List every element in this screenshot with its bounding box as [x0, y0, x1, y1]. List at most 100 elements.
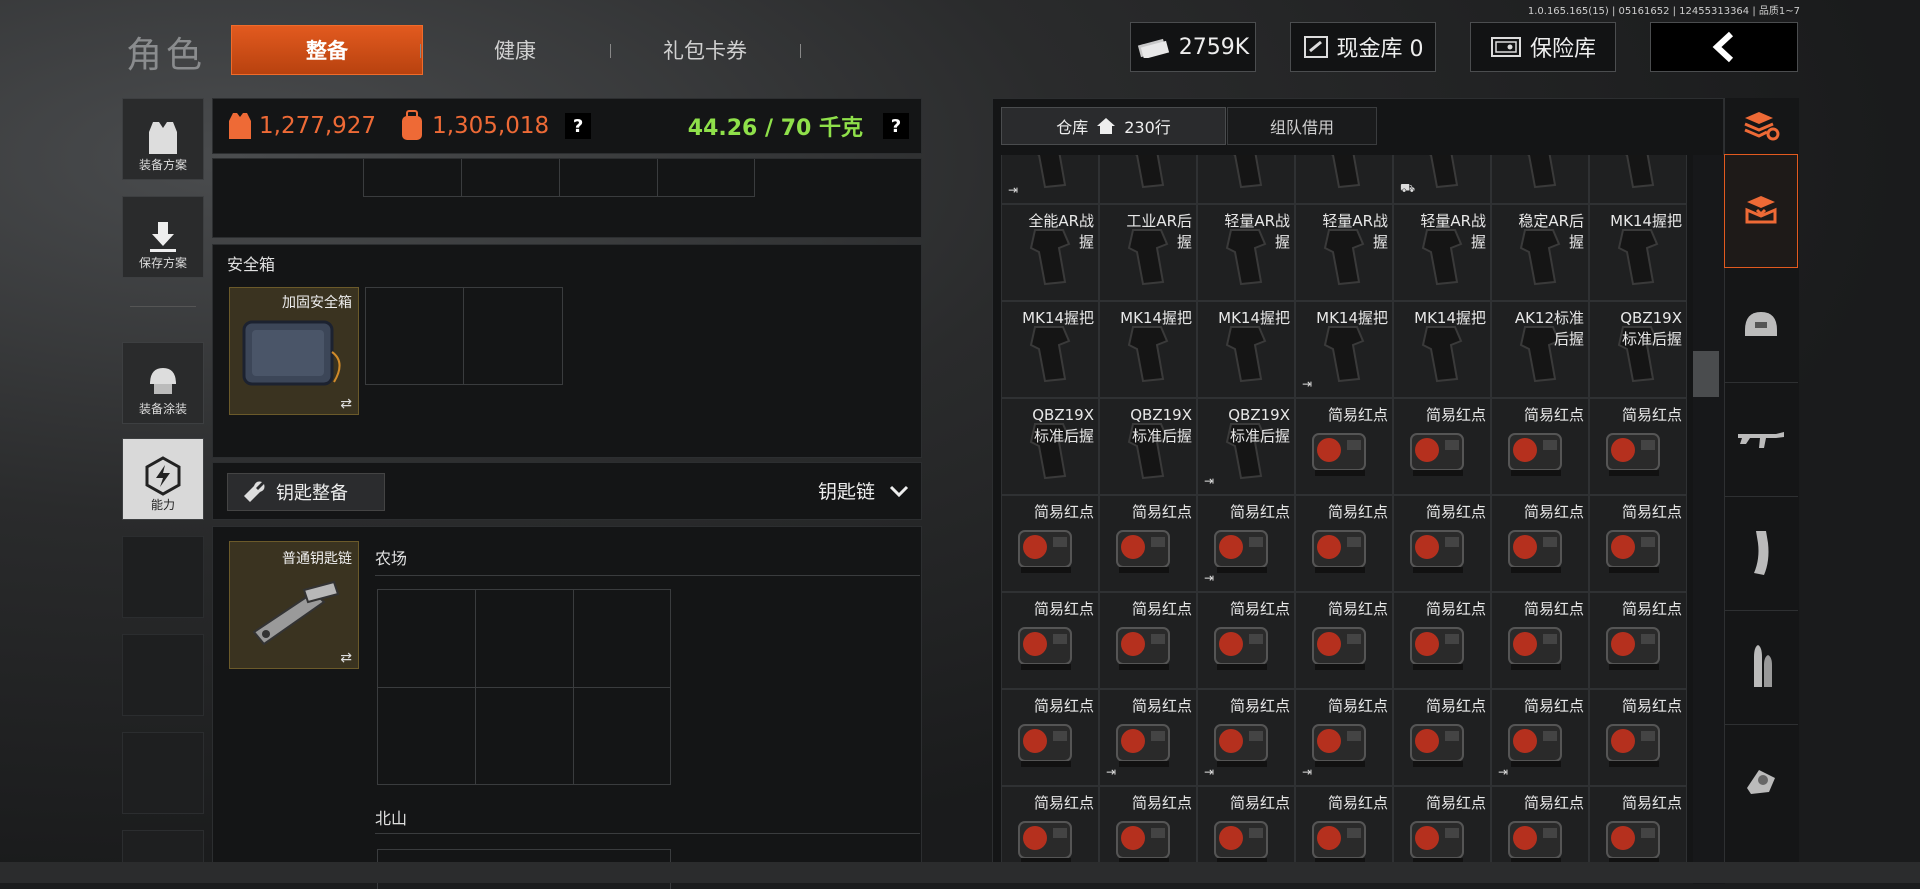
inventory-item[interactable]: 简易红点 ⇥	[1295, 689, 1393, 786]
category-tray[interactable]	[1724, 154, 1798, 268]
tab-gift-coupons[interactable]: 礼包卡券	[610, 26, 800, 74]
inventory-item[interactable]: 简易红点	[1393, 689, 1491, 786]
inventory-item[interactable]: 简易红点	[1491, 592, 1589, 689]
currency-display[interactable]: 2759K	[1130, 22, 1256, 72]
inventory-item[interactable]: MK14握把	[1589, 204, 1687, 301]
item-label: 轻量AR战握	[1322, 212, 1388, 251]
grip-icon	[1117, 323, 1179, 389]
safe-box-slot[interactable]: 加固安全箱 ⇄	[229, 287, 359, 415]
inventory-item[interactable]: QBZ19X 标准后握	[1589, 301, 1687, 398]
grip-icon	[1607, 226, 1669, 292]
vault-card-icon	[1303, 36, 1328, 58]
category-magazine[interactable]	[1724, 496, 1798, 611]
keychain-dropdown[interactable]: 钥匙链	[818, 477, 909, 504]
inventory-item[interactable]: 简易红点	[1001, 689, 1099, 786]
inventory-item[interactable]: QBZ19X 标准后握 ⇥	[1197, 398, 1295, 495]
inventory-item[interactable]: 简易红点 ⇥	[1491, 689, 1589, 786]
tab-team-borrow[interactable]: 组队借用	[1227, 107, 1377, 145]
inventory-item[interactable]: 简易红点	[1589, 398, 1687, 495]
inventory-item[interactable]: 握	[1197, 155, 1295, 204]
category-helmet[interactable]	[1724, 268, 1798, 383]
red-dot-sight-icon	[1307, 614, 1381, 680]
inventory-item[interactable]: 握⛟	[1393, 155, 1491, 204]
save-plan-button[interactable]: 保存方案	[122, 196, 204, 278]
inventory-item[interactable]: 简易红点	[1099, 495, 1197, 592]
cash-vault-button[interactable]: 现金库 0	[1290, 22, 1436, 72]
sort-icon	[1744, 112, 1780, 141]
inventory-item[interactable]: MK14握把 ⇥	[1295, 301, 1393, 398]
key-loadout-button[interactable]: 钥匙整备	[227, 473, 385, 511]
sort-button[interactable]	[1724, 98, 1798, 155]
inventory-item[interactable]: 握	[1099, 155, 1197, 204]
inventory-item[interactable]: 简易红点	[1491, 495, 1589, 592]
inventory-item[interactable]: 轻量AR战握	[1197, 204, 1295, 301]
inventory-item[interactable]: 简易红点	[1393, 495, 1491, 592]
inventory-item[interactable]: 简易红点	[1589, 495, 1687, 592]
scrollbar-thumb[interactable]	[1693, 351, 1719, 397]
inventory-item[interactable]: 简易红点 ⇥	[1197, 495, 1295, 592]
sidebar-label: 能力	[150, 498, 175, 512]
red-dot-sight-icon	[1111, 614, 1185, 680]
loadout-plan-button[interactable]: 装备方案	[122, 98, 204, 180]
inventory-item[interactable]: 简易红点	[1589, 689, 1687, 786]
category-scope[interactable]	[1724, 724, 1798, 838]
inventory-item[interactable]: 简易红点	[1295, 398, 1393, 495]
swap-icon[interactable]: ⇄	[340, 396, 352, 412]
ability-button[interactable]: 能力	[122, 438, 204, 520]
inventory-item[interactable]: 简易红点 ⇥	[1197, 689, 1295, 786]
inventory-item[interactable]: 简易红点	[1589, 592, 1687, 689]
inventory-item[interactable]: 握	[1295, 155, 1393, 204]
inventory-item[interactable]: 简易红点	[1001, 592, 1099, 689]
safe-vault-button[interactable]: 保险库	[1470, 22, 1616, 72]
tab-storage[interactable]: 仓库 230行	[1001, 107, 1226, 145]
back-button[interactable]	[1650, 22, 1798, 72]
inventory-item[interactable]: 简易红点	[1491, 398, 1589, 495]
inventory-item[interactable]: MK14握把	[1001, 301, 1099, 398]
category-weapons[interactable]	[1724, 382, 1798, 497]
inventory-item[interactable]: 简易红点	[1099, 592, 1197, 689]
inventory-item[interactable]: 简易红点	[1295, 495, 1393, 592]
inventory-item[interactable]: 轻量AR战握	[1295, 204, 1393, 301]
section-divider	[375, 575, 920, 576]
tab-equipment[interactable]: 整备	[232, 26, 422, 74]
inventory-item[interactable]: 稳定AR后握	[1491, 204, 1589, 301]
inventory-item[interactable]: 握	[1589, 155, 1687, 204]
inventory-item[interactable]: 后握	[1491, 155, 1589, 204]
inventory-item[interactable]: 握⇥	[1001, 155, 1099, 204]
equipment-skin-button[interactable]: 装备涂装	[122, 342, 204, 424]
safe-vault-label: 保险库	[1529, 37, 1596, 62]
inventory-item[interactable]: 工业AR后握	[1099, 204, 1197, 301]
inventory-item[interactable]: AK12标准 后握	[1491, 301, 1589, 398]
inventory-item[interactable]: 简易红点	[1001, 495, 1099, 592]
inventory-item[interactable]: 轻量AR战握	[1393, 204, 1491, 301]
inventory-item[interactable]: MK14握把	[1197, 301, 1295, 398]
swap-icon[interactable]: ⇄	[340, 650, 352, 666]
item-label: MK14握把	[1414, 309, 1486, 327]
inventory-item[interactable]: 简易红点	[1393, 398, 1491, 495]
warehouse-grid: 握⇥握握握握⛟后握握全能AR战握工业AR后握轻量AR战握轻量AR战握轻量AR战握…	[1001, 155, 1693, 884]
inventory-item[interactable]: QBZ19X 标准后握	[1099, 398, 1197, 495]
item-label: 简易红点	[1229, 794, 1290, 812]
inventory-item[interactable]: 简易红点	[1295, 592, 1393, 689]
inventory-item[interactable]: 简易红点	[1393, 592, 1491, 689]
inventory-item[interactable]: MK14握把	[1099, 301, 1197, 398]
bottom-bar	[0, 862, 1920, 883]
item-label: 简易红点	[1327, 697, 1388, 715]
inventory-item[interactable]: MK14握把	[1393, 301, 1491, 398]
inventory-item[interactable]: 简易红点	[1197, 592, 1295, 689]
category-ammo[interactable]	[1724, 610, 1798, 725]
inventory-item[interactable]: 简易红点 ⇥	[1099, 689, 1197, 786]
inventory-item[interactable]: 全能AR战握	[1001, 204, 1099, 301]
scrollbar-track[interactable]	[1693, 155, 1725, 884]
download-icon	[150, 222, 176, 252]
scope-icon	[1747, 770, 1775, 794]
item-label: 简易红点	[1033, 600, 1094, 618]
keychain-slot[interactable]: 普通钥匙链 ⇄	[229, 541, 359, 669]
red-dot-sight-icon	[1405, 711, 1479, 777]
sidebar-slot-empty	[122, 634, 204, 716]
tab-health[interactable]: 健康	[420, 26, 610, 74]
item-label: 简易红点	[1229, 697, 1290, 715]
inventory-item[interactable]: QBZ19X 标准后握	[1001, 398, 1099, 495]
weight-help-icon[interactable]: ?	[883, 113, 909, 139]
help-icon[interactable]: ?	[565, 113, 592, 139]
